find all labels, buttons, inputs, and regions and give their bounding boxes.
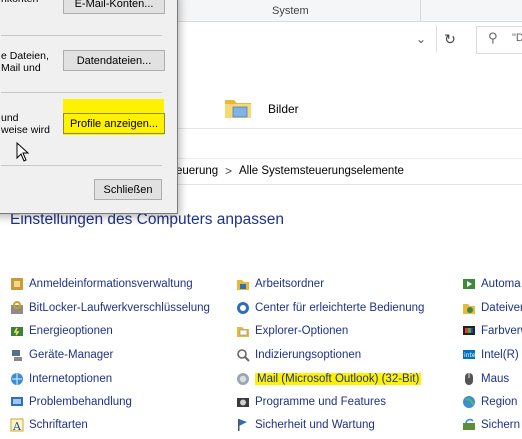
cp-item-power-options[interactable]: Energieoptionen (10, 322, 113, 340)
cp-item-internet-options[interactable]: Internetoptionen (10, 370, 112, 388)
profiles-description-line1: und (1, 112, 19, 124)
cp-item-explorer-options[interactable]: Explorer-Optionen (236, 322, 348, 340)
cp-item-device-manager[interactable]: Geräte-Manager (10, 346, 113, 364)
cp-item-label[interactable]: Mail (Microsoft Outlook) (32-Bit) (255, 373, 422, 385)
cp-item-security-maintenance[interactable]: Sicherheit und Wartung (236, 416, 375, 434)
programs-features-icon (236, 395, 250, 409)
cp-item-backup-restore[interactable]: Sichern u (462, 416, 522, 434)
pictures-folder-icon[interactable] (224, 97, 252, 119)
cp-item-bitlocker[interactable]: BitLocker-Laufwerkverschlüsselung (10, 299, 210, 317)
email-accounts-description: nkonten (1, 0, 38, 5)
cp-item-label[interactable]: Anmeldeinformationsverwaltung (29, 278, 193, 290)
data-files-description-line2: Mail und (1, 62, 41, 74)
svg-text:intel: intel (464, 352, 476, 359)
dialog-divider (1, 92, 162, 93)
cp-item-autoplay[interactable]: Automa (462, 275, 521, 293)
breadcrumb-item-all-items[interactable]: Alle Systemsteuerungselemente (239, 165, 404, 177)
cp-item-label[interactable]: Schriftarten (29, 419, 88, 431)
mail-icon (236, 372, 250, 386)
breadcrumb-separator-icon[interactable]: > (225, 164, 232, 178)
autoplay-icon (462, 277, 476, 291)
cp-item-file-history[interactable]: Dateiver (462, 299, 522, 317)
data-files-button[interactable]: Datendateien... (63, 50, 165, 71)
cp-item-troubleshooting[interactable]: Problembehandlung (10, 393, 132, 411)
dialog-divider (1, 35, 162, 36)
cp-item-label[interactable]: BitLocker-Laufwerkverschlüsselung (29, 302, 210, 314)
region-icon (462, 395, 476, 409)
cp-item-label[interactable]: Arbeitsordner (255, 278, 324, 290)
cp-item-label[interactable]: Indizierungsoptionen (255, 349, 361, 361)
address-divider (436, 26, 437, 52)
cp-item-label[interactable]: Problembehandlung (29, 396, 132, 408)
ribbon-group-label: System (272, 5, 309, 17)
power-options-icon (10, 324, 24, 338)
cp-item-intel-graphics[interactable]: intel Intel(R) G (462, 346, 522, 364)
cp-item-color-management[interactable]: Farbverw (462, 322, 522, 340)
troubleshooting-icon (10, 395, 24, 409)
mail-setup-dialog: nkonten E-Mail-Konten... e Dateien, Mail… (0, 0, 178, 214)
cp-item-label[interactable]: Geräte-Manager (29, 349, 113, 361)
profiles-description-line2: weise wird (1, 124, 51, 136)
search-icon: ⚲ (488, 30, 498, 45)
fonts-icon: A (10, 418, 24, 433)
cp-item-region[interactable]: Region (462, 393, 517, 411)
cp-item-label[interactable]: Maus (481, 373, 509, 385)
cp-item-mail-outlook[interactable]: Mail (Microsoft Outlook) (32-Bit) (236, 370, 422, 388)
svg-text:A: A (12, 420, 22, 432)
close-button[interactable]: Schließen (94, 179, 162, 200)
cp-item-indexing-options[interactable]: Indizierungsoptionen (236, 346, 361, 364)
cp-item-label[interactable]: Intel(R) G (481, 349, 522, 361)
indexing-options-icon (236, 348, 250, 362)
data-files-description-line1: e Dateien, (1, 50, 49, 62)
cp-item-label[interactable]: Internetoptionen (29, 373, 112, 385)
breadcrumb-item-control-panel[interactable]: euerung (176, 165, 218, 177)
internet-options-icon (10, 372, 24, 386)
cp-item-fonts[interactable]: A Schriftarten (10, 416, 88, 434)
intel-graphics-icon: intel (462, 348, 478, 362)
ribbon-divider (420, 0, 421, 21)
backup-icon (462, 418, 476, 432)
cp-item-label[interactable]: Center für erleichterte Bedienung (255, 302, 424, 314)
explorer-options-icon (236, 324, 250, 338)
cp-item-label[interactable]: Farbverw (481, 325, 522, 337)
cp-item-label[interactable]: Sichern u (481, 419, 522, 431)
cp-item-label[interactable]: Dateiver (481, 302, 522, 314)
work-folders-icon (236, 277, 250, 291)
cp-item-work-folders[interactable]: Arbeitsordner (236, 275, 324, 293)
cp-item-label[interactable]: Sicherheit und Wartung (255, 419, 375, 431)
cp-item-label[interactable]: Programme und Features (255, 396, 386, 408)
color-management-icon (462, 324, 476, 338)
cp-item-label[interactable]: Explorer-Optionen (255, 325, 348, 337)
email-accounts-button[interactable]: E-Mail-Konten... (63, 0, 165, 14)
address-history-chevron-icon[interactable]: ⌄ (412, 30, 430, 48)
refresh-icon: ↻ (444, 31, 456, 47)
refresh-button[interactable]: ↻ (440, 30, 460, 48)
file-history-icon (462, 301, 476, 315)
cp-item-label[interactable]: Region (481, 396, 517, 408)
mouse-cursor-icon (16, 142, 30, 162)
device-manager-icon (10, 348, 24, 362)
mouse-icon (462, 372, 476, 386)
cp-item-label[interactable]: Automa (481, 278, 521, 290)
cp-item-credential-manager[interactable]: Anmeldeinformationsverwaltung (10, 275, 193, 293)
show-profiles-button[interactable]: Profile anzeigen... (63, 113, 165, 134)
cp-item-ease-of-access[interactable]: Center für erleichterte Bedienung (236, 299, 424, 317)
search-placeholder: "D (512, 32, 522, 44)
ease-of-access-icon (236, 301, 250, 315)
credential-manager-icon (10, 277, 24, 291)
cp-item-label[interactable]: Energieoptionen (29, 325, 113, 337)
dialog-divider (1, 165, 162, 166)
bitlocker-icon (10, 301, 24, 315)
security-maintenance-icon (236, 418, 250, 432)
cp-item-mouse[interactable]: Maus (462, 370, 509, 388)
cp-item-programs-features[interactable]: Programme und Features (236, 393, 386, 411)
folder-label[interactable]: Bilder (268, 102, 299, 116)
